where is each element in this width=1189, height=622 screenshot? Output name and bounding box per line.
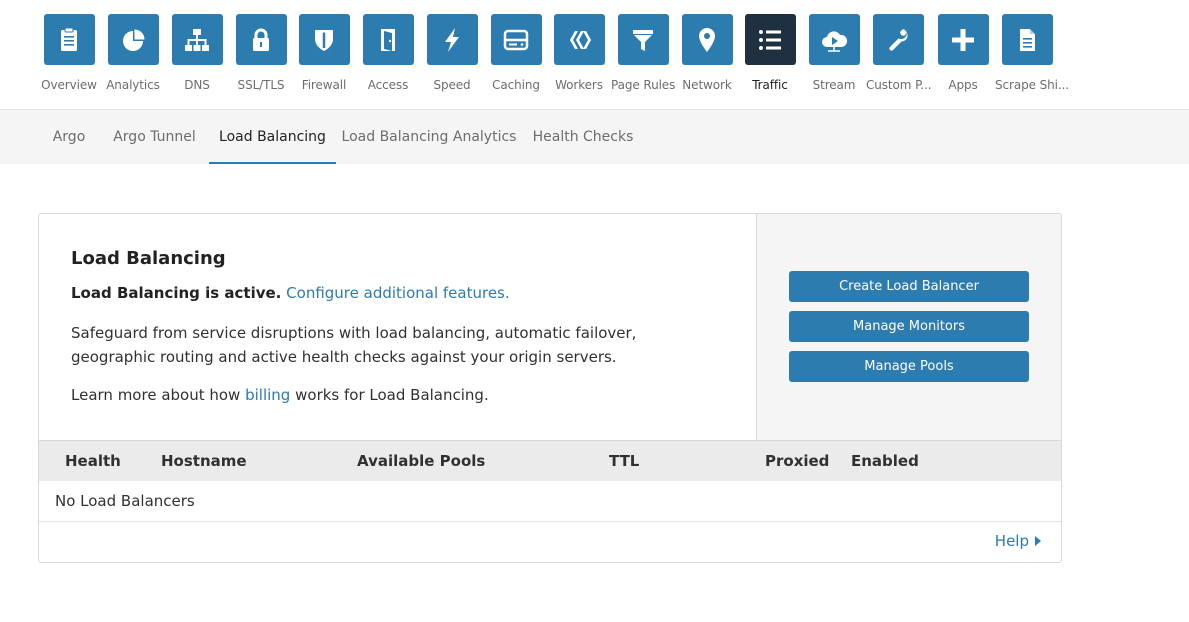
app-label: SSL/TLS [237,78,285,92]
traffic-subnav: Argo Argo Tunnel Load Balancing Load Bal… [0,110,1189,164]
lightning-icon [426,14,478,65]
app-label: DNS [184,78,210,92]
table-empty-row: No Load Balancers [39,481,1061,522]
app-access[interactable]: Access [356,14,420,92]
wrench-icon [872,14,924,65]
caret-right-icon [1035,536,1041,546]
app-speed[interactable]: Speed [420,14,484,92]
app-label: Network [682,78,732,92]
app-label: Overview [41,78,97,92]
column-header-enabled[interactable]: Enabled [851,441,919,481]
app-custom-pages[interactable]: Custom P... [866,14,932,92]
manage-pools-button[interactable]: Manage Pools [789,351,1029,382]
app-workers[interactable]: Workers [547,14,611,92]
status-line: Load Balancing is active. Configure addi… [71,284,510,302]
clipboard-icon [43,14,95,65]
empty-state-text: No Load Balancers [55,492,195,510]
app-label: Caching [492,78,540,92]
tab-health-checks[interactable]: Health Checks [522,110,644,164]
card-title: Load Balancing [71,248,226,269]
learn-suffix: works for Load Balancing. [295,386,489,404]
tab-argo[interactable]: Argo [38,110,100,164]
app-label: Workers [555,78,603,92]
door-icon [362,14,414,65]
app-dns[interactable]: DNS [165,14,229,92]
cloud-play-icon [808,14,860,65]
list-icon [744,14,796,65]
create-load-balancer-button[interactable]: Create Load Balancer [789,271,1029,302]
app-label: Speed [433,78,471,92]
tab-load-balancing[interactable]: Load Balancing [209,110,336,164]
app-label: Custom P... [866,78,932,92]
billing-link[interactable]: billing [245,386,290,404]
app-scrape-shield[interactable]: Scrape Shi... [995,14,1070,92]
app-network[interactable]: Network [675,14,739,92]
app-firewall[interactable]: Firewall [292,14,356,92]
app-analytics[interactable]: Analytics [101,14,165,92]
app-ssl-tls[interactable]: SSL/TLS [229,14,293,92]
app-label: Analytics [106,78,160,92]
help-label: Help [994,532,1029,550]
pie-chart-icon [107,14,159,65]
location-pin-icon [681,14,733,65]
column-header-available-pools[interactable]: Available Pools [357,441,485,481]
document-icon [1001,14,1053,65]
table-header: Health Hostname Available Pools TTL Prox… [39,440,1061,481]
load-balancing-card: Load Balancing Load Balancing is active.… [38,213,1062,563]
app-label: Stream [812,78,856,92]
card-description: Safeguard from service disruptions with … [71,324,637,366]
tab-load-balancing-analytics[interactable]: Load Balancing Analytics [336,110,522,164]
column-header-proxied[interactable]: Proxied [765,441,829,481]
app-label: Access [367,78,409,92]
sitemap-icon [171,14,223,65]
configure-features-link[interactable]: Configure additional features. [286,284,509,302]
app-label: Page Rules [611,78,676,92]
app-apps[interactable]: Apps [931,14,995,92]
column-header-health[interactable]: Health [65,441,121,481]
help-link[interactable]: Help [995,532,1041,550]
server-icon [490,14,542,65]
learn-prefix: Learn more about how [71,386,241,404]
app-stream[interactable]: Stream [802,14,866,92]
app-label: Apps [948,78,978,92]
column-header-ttl[interactable]: TTL [609,441,639,481]
product-nav: Overview Analytics DNS SSL/TLS Firewall … [0,0,1189,110]
status-text: Load Balancing is active. [71,284,282,302]
lock-icon [235,14,287,65]
column-header-hostname[interactable]: Hostname [161,441,247,481]
app-overview[interactable]: Overview [37,14,101,92]
app-label: Traffic [752,78,788,92]
tab-argo-tunnel[interactable]: Argo Tunnel [100,110,209,164]
app-caching[interactable]: Caching [484,14,548,92]
app-page-rules[interactable]: Page Rules [611,14,675,92]
shield-icon [298,14,350,65]
manage-monitors-button[interactable]: Manage Monitors [789,311,1029,342]
app-label: Scrape Shi... [995,78,1070,92]
workers-icon [553,14,605,65]
app-traffic[interactable]: Traffic [738,14,802,92]
app-label: Firewall [301,78,347,92]
plus-icon [937,14,989,65]
learn-more-line: Learn more about how billing works for L… [71,386,489,404]
filter-icon [617,14,669,65]
card-actions: Create Load Balancer Manage Monitors Man… [756,214,1061,440]
